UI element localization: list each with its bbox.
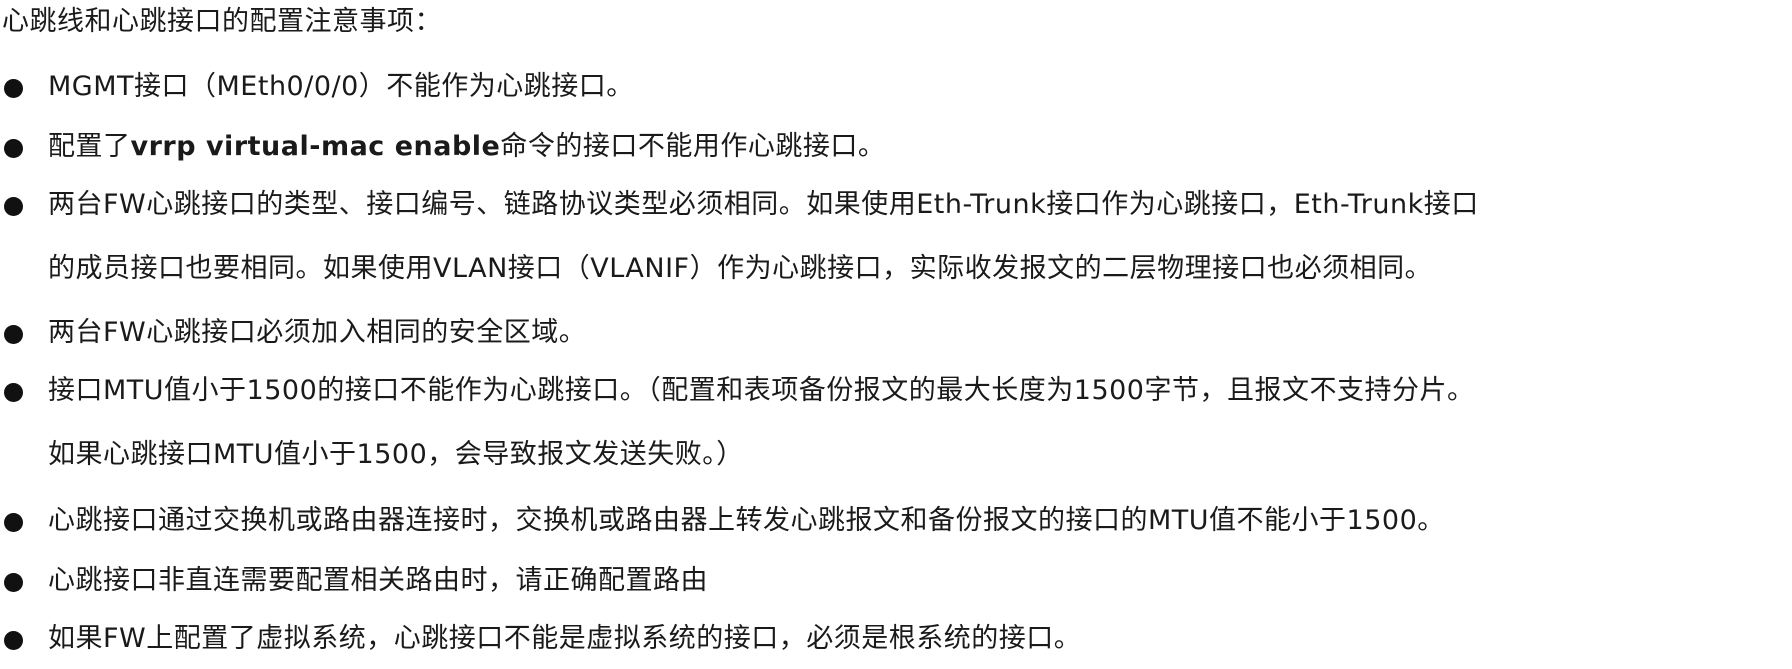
bullet-icon <box>4 513 23 532</box>
bullet-icon <box>4 573 23 592</box>
section-heading: 心跳线和心跳接口的配置注意事项： <box>2 6 442 37</box>
bullet-icon <box>4 139 23 158</box>
bullet-icon <box>4 325 23 344</box>
list-item-text: 两台FW心跳接口必须加入相同的安全区域。 <box>48 317 587 348</box>
list-item-text-line-1: 两台FW心跳接口的类型、接口编号、链路协议类型必须相同。如果使用Eth-Trun… <box>48 189 1479 220</box>
bullet-icon <box>4 197 23 216</box>
list-item-text: 如果FW上配置了虚拟系统，心跳接口不能是虚拟系统的接口，必须是根系统的接口。 <box>48 623 1082 654</box>
bullet-icon <box>4 631 23 650</box>
command-text: vrrp virtual-mac enable <box>130 131 501 162</box>
list-item-text-line-2: 的成员接口也要相同。如果使用VLAN接口（VLANIF）作为心跳接口，实际收发报… <box>48 253 1433 284</box>
list-item-text: 心跳接口通过交换机或路由器连接时，交换机或路由器上转发心跳报文和备份报文的接口的… <box>48 505 1445 536</box>
text-before-command: 配置了 <box>48 131 131 162</box>
text-after-command: 命令的接口不能用作心跳接口。 <box>500 131 886 162</box>
list-item-text-line-1: 接口MTU值小于1500的接口不能作为心跳接口。（配置和表项备份报文的最大长度为… <box>48 375 1475 406</box>
document-page: 心跳线和心跳接口的配置注意事项： MGMT接口（MEth0/0/0）不能作为心跳… <box>0 0 1792 669</box>
list-item-text: MGMT接口（MEth0/0/0）不能作为心跳接口。 <box>48 71 634 102</box>
bullet-icon <box>4 383 23 402</box>
bullet-icon <box>4 79 23 98</box>
list-item-text-line-2: 如果心跳接口MTU值小于1500，会导致报文发送失败。） <box>48 439 744 470</box>
list-item-text: 配置了vrrp virtual-mac enable命令的接口不能用作心跳接口。 <box>48 124 885 170</box>
list-item-text: 心跳接口非直连需要配置相关路由时，请正确配置路由 <box>48 565 708 596</box>
